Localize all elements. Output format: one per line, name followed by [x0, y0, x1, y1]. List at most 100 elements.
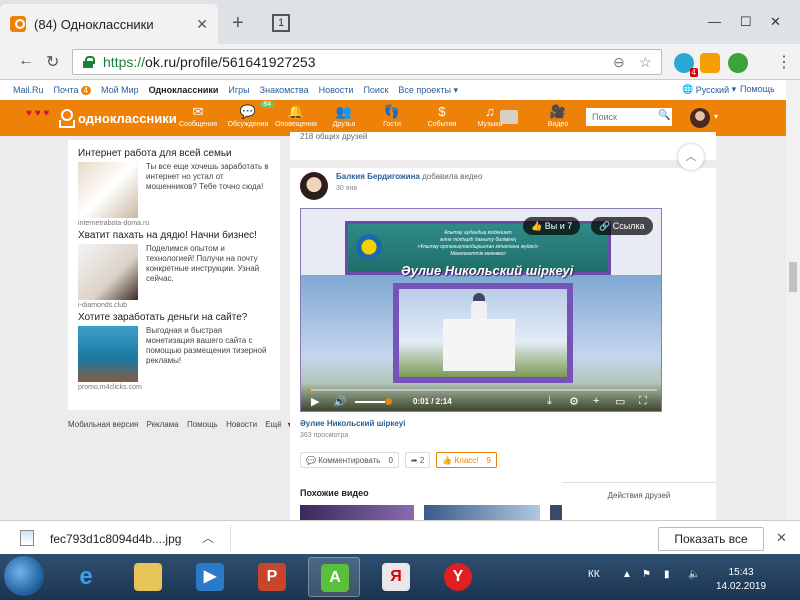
- zoom-icon[interactable]: ⊖: [613, 54, 625, 71]
- taskbar-yandex-browser[interactable]: Y: [432, 557, 484, 597]
- extension-notes-icon[interactable]: [728, 53, 748, 73]
- bookmark-star-icon[interactable]: ☆: [639, 54, 652, 71]
- taskbar-media[interactable]: ▶: [184, 557, 236, 597]
- ad-image[interactable]: [78, 326, 138, 382]
- reload-icon[interactable]: ↻: [46, 52, 59, 72]
- fullscreen-icon[interactable]: ⛶: [639, 395, 647, 408]
- mutual-friends[interactable]: 218 общих друзей: [300, 132, 367, 141]
- volume-icon[interactable]: 🔈: [688, 569, 700, 580]
- extension-chat-icon[interactable]: [700, 53, 720, 73]
- download-icon[interactable]: ⤓: [547, 395, 552, 408]
- ad-item[interactable]: Хотите заработать деньги на сайте? Выгод…: [78, 312, 270, 394]
- topnav-all-projects[interactable]: Все проекты ▾: [398, 85, 458, 96]
- footer-more-link[interactable]: Ещё: [265, 420, 281, 429]
- topnav-search[interactable]: Поиск: [363, 85, 388, 95]
- taskbar-explorer[interactable]: [122, 557, 174, 597]
- video-title[interactable]: Әулие Никольский шіркеуі: [300, 419, 405, 428]
- ad-image[interactable]: [78, 162, 138, 218]
- klass-button[interactable]: 👍 Класс! 9: [436, 452, 497, 468]
- topnav-news[interactable]: Новости: [319, 85, 354, 95]
- network-icon[interactable]: ▮: [664, 569, 670, 580]
- video-player[interactable]: Ұлытау аудандық мәдениет және тілдерді д…: [300, 208, 662, 412]
- internet-explorer-icon: e: [79, 563, 93, 590]
- chevron-up-icon[interactable]: ︿: [202, 529, 214, 546]
- chevron-down-icon[interactable]: ▾: [714, 112, 718, 121]
- post-date: 30 янв: [336, 185, 358, 192]
- close-icon[interactable]: ✕: [776, 530, 787, 546]
- ad-title[interactable]: Хватит пахать на дядю! Начни бизнес!: [78, 230, 270, 241]
- similar-video-thumb[interactable]: [300, 505, 414, 520]
- footer-ads-link[interactable]: Реклама: [147, 420, 179, 429]
- browser-menu-icon[interactable]: ⋮: [776, 52, 792, 72]
- minimize-icon[interactable]: —: [708, 14, 721, 29]
- url-scheme: https://: [103, 54, 146, 70]
- topnav-language[interactable]: 🌐 Русский ▾: [682, 84, 736, 95]
- settings-gear-icon[interactable]: ⚙: [569, 395, 579, 408]
- topnav-moimir[interactable]: Мой Мир: [101, 85, 139, 95]
- scrollbar-thumb[interactable]: [789, 262, 797, 292]
- extension-mail-icon[interactable]: 4: [674, 53, 698, 77]
- close-window-icon[interactable]: ✕: [770, 14, 781, 30]
- footer-mobile-link[interactable]: Мобильная версия: [68, 420, 138, 429]
- share-count: 2: [419, 455, 425, 465]
- toolbar-video[interactable]: 🎥 Видео: [528, 103, 588, 128]
- video-player-icon[interactable]: [500, 110, 518, 124]
- similar-video-thumb[interactable]: [424, 505, 540, 520]
- play-icon[interactable]: ▶: [311, 395, 319, 408]
- ok-logo[interactable]: одноклассники: [58, 109, 177, 128]
- topnav-pochta[interactable]: Почта 4: [54, 85, 91, 95]
- volume-slider[interactable]: [355, 401, 385, 403]
- volume-knob[interactable]: [385, 398, 392, 405]
- similar-video-thumb[interactable]: [550, 505, 562, 520]
- tab-close-icon[interactable]: ✕: [196, 16, 208, 33]
- topnav-help[interactable]: Помощь: [740, 84, 775, 94]
- ad-item[interactable]: Интернет работа для всей семьи Ты все ещ…: [78, 148, 270, 230]
- volume-icon[interactable]: 🔊: [333, 395, 347, 408]
- keyboard-language[interactable]: КК: [588, 569, 600, 580]
- author-name[interactable]: Балкия Бердигожина: [336, 172, 420, 181]
- footer-help-link[interactable]: Помощь: [187, 420, 218, 429]
- comment-count: 0: [388, 455, 393, 465]
- system-clock[interactable]: 15:43 14.02.2019: [716, 566, 766, 594]
- add-icon[interactable]: +: [593, 395, 599, 407]
- tray-expand-icon[interactable]: ▲: [622, 569, 632, 580]
- download-filename[interactable]: fec793d1c8094d4b....jpg: [50, 532, 181, 546]
- footer-news-link[interactable]: Новости: [226, 420, 257, 429]
- taskbar-yandex[interactable]: Я: [370, 557, 422, 597]
- topnav-games[interactable]: Игры: [228, 85, 249, 95]
- back-icon[interactable]: ←: [18, 52, 34, 70]
- ad-image[interactable]: [78, 244, 138, 300]
- topnav-mailru[interactable]: Mail.Ru: [13, 85, 44, 95]
- start-button[interactable]: [4, 556, 44, 596]
- topnav-dating[interactable]: Знакомства: [260, 85, 309, 95]
- action-center-flag-icon[interactable]: ⚑: [642, 569, 651, 580]
- mini-player-icon[interactable]: ▭: [615, 395, 625, 408]
- ad-title[interactable]: Интернет работа для всей семьи: [78, 148, 270, 159]
- browser-tab[interactable]: (84) Одноклассники ✕: [0, 4, 218, 44]
- maximize-icon[interactable]: ☐: [740, 14, 752, 30]
- avatar[interactable]: [300, 172, 328, 200]
- taskbar-powerpoint[interactable]: P: [246, 557, 298, 597]
- show-all-button[interactable]: Показать все: [658, 527, 764, 551]
- tab-count-button[interactable]: 1: [272, 14, 290, 32]
- share-button[interactable]: ➦ 2: [404, 452, 431, 468]
- page-scrollbar[interactable]: [786, 80, 800, 520]
- ad-title[interactable]: Хотите заработать деньги на сайте?: [78, 312, 270, 323]
- search-icon[interactable]: 🔍: [658, 110, 670, 121]
- ad-description: Ты все еще хочешь заработать в интернет …: [146, 162, 269, 191]
- taskbar-browser[interactable]: A: [308, 557, 360, 597]
- feed-post: 218 общих друзей Балкия Бердигожина доба…: [290, 132, 716, 520]
- friends-actions-panel[interactable]: Действия друзей: [562, 482, 716, 520]
- ad-item[interactable]: Хватит пахать на дядю! Начни бизнес! Под…: [78, 230, 270, 312]
- scroll-up-icon[interactable]: ︿: [678, 144, 704, 170]
- comment-button[interactable]: 💬 Комментировать 0: [300, 452, 399, 468]
- omnibox[interactable]: https://ok.ru/profile/561641927253 ⊖ ☆: [72, 49, 662, 75]
- you-liked-button[interactable]: 👍 Вы и 7: [523, 217, 581, 235]
- new-tab-icon[interactable]: +: [232, 12, 244, 35]
- ok-logo-text: одноклассники: [78, 110, 177, 126]
- avatar[interactable]: [690, 108, 710, 128]
- video-progress-bar[interactable]: [307, 389, 657, 391]
- taskbar-ie[interactable]: e: [60, 557, 112, 597]
- link-button[interactable]: 🔗 Ссылка: [591, 217, 653, 235]
- topnav-ok[interactable]: Одноклассники: [149, 85, 219, 95]
